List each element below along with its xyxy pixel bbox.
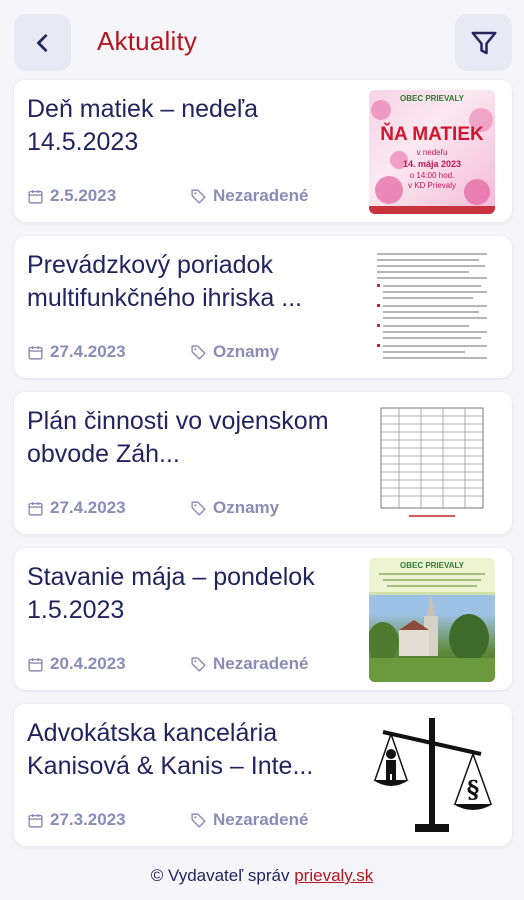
chevron-left-icon: [36, 33, 47, 52]
news-category-text: Oznamy: [213, 498, 280, 517]
news-card[interactable]: Prevádzkový poriadok multifunkčného ihri…: [14, 236, 512, 378]
thumb-caption: OBEC PRIEVALY: [399, 94, 464, 103]
svg-text:§: §: [467, 775, 480, 804]
back-button[interactable]: [14, 14, 71, 71]
calendar-icon: [28, 189, 43, 204]
news-thumbnail: OBEC PRIEVALY: [369, 558, 495, 682]
news-date: 2.5.2023: [27, 186, 116, 206]
thumb-caption: o 14:00 hod.: [409, 171, 455, 180]
news-title: Stavanie mája – pondelok 1.5.2023: [27, 563, 315, 624]
footer-text: © Vydavateľ správ: [150, 866, 290, 885]
news-date-text: 2.5.2023: [50, 186, 117, 205]
news-category: Nezaradené: [190, 654, 308, 674]
news-category-text: Nezaradené: [213, 654, 309, 673]
thumb-caption: 14. mája 2023: [402, 159, 462, 169]
tag-icon: [191, 500, 206, 516]
scales-of-justice-icon: §: [373, 718, 493, 832]
news-date: 27.3.2023: [27, 810, 126, 830]
news-category: Nezaradené: [190, 186, 308, 206]
calendar-icon: [28, 501, 43, 516]
news-card[interactable]: Advokátska kancelária Kanisová & Kanis –…: [14, 704, 512, 846]
news-date-text: 27.4.2023: [50, 498, 126, 517]
tag-icon: [191, 656, 206, 672]
news-card[interactable]: Deň matiek – nedeľa 14.5.2023 2.5.2023 N…: [14, 80, 512, 222]
calendar-icon: [28, 657, 43, 672]
tag-icon: [191, 344, 206, 360]
news-category-text: Oznamy: [213, 342, 280, 361]
news-card[interactable]: Plán činnosti vo vojenskom obvode Záh...…: [14, 392, 512, 534]
news-date-text: 27.4.2023: [50, 342, 126, 361]
news-category-text: Nezaradené: [213, 810, 309, 829]
news-card[interactable]: Stavanie mája – pondelok 1.5.2023 20.4.2…: [14, 548, 512, 690]
thumb-caption: ŇA MATIEK: [380, 124, 484, 145]
news-date: 27.4.2023: [27, 498, 126, 518]
filter-button[interactable]: [455, 14, 512, 71]
footer: © Vydavateľ správ prievaly.sk: [0, 866, 524, 886]
news-title: Advokátska kancelária Kanisová & Kanis –…: [27, 719, 314, 780]
news-thumbnail: [369, 246, 495, 370]
news-title: Deň matiek – nedeľa 14.5.2023: [27, 95, 259, 156]
news-date-text: 20.4.2023: [50, 654, 126, 673]
news-thumbnail: §: [369, 714, 495, 838]
news-thumbnail: OBEC PRIEVALY ŇA MATIEK v nedeľu 14. máj…: [369, 90, 495, 214]
tag-icon: [191, 812, 206, 828]
news-category: Oznamy: [190, 342, 279, 362]
news-category: Nezaradené: [190, 810, 308, 830]
calendar-icon: [28, 345, 43, 360]
news-category: Oznamy: [190, 498, 279, 518]
news-title: Plán činnosti vo vojenskom obvode Záh...: [27, 407, 329, 468]
page-title: Aktuality: [97, 26, 198, 56]
tag-icon: [191, 188, 206, 204]
calendar-icon: [28, 813, 43, 828]
news-date-text: 27.3.2023: [50, 810, 126, 829]
news-category-text: Nezaradené: [213, 186, 309, 205]
filter-icon: [471, 31, 496, 54]
news-date: 27.4.2023: [27, 342, 126, 362]
publisher-link[interactable]: prievaly.sk: [294, 866, 373, 885]
app-header: Aktuality: [0, 0, 524, 84]
news-thumbnail: [369, 402, 495, 526]
thumb-caption: v nedeľu: [416, 148, 448, 157]
thumb-caption: OBEC PRIEVALY: [399, 561, 464, 570]
news-title: Prevádzkový poriadok multifunkčného ihri…: [27, 251, 303, 312]
thumb-caption: v KD Prievaly: [407, 181, 456, 190]
news-date: 20.4.2023: [27, 654, 126, 674]
